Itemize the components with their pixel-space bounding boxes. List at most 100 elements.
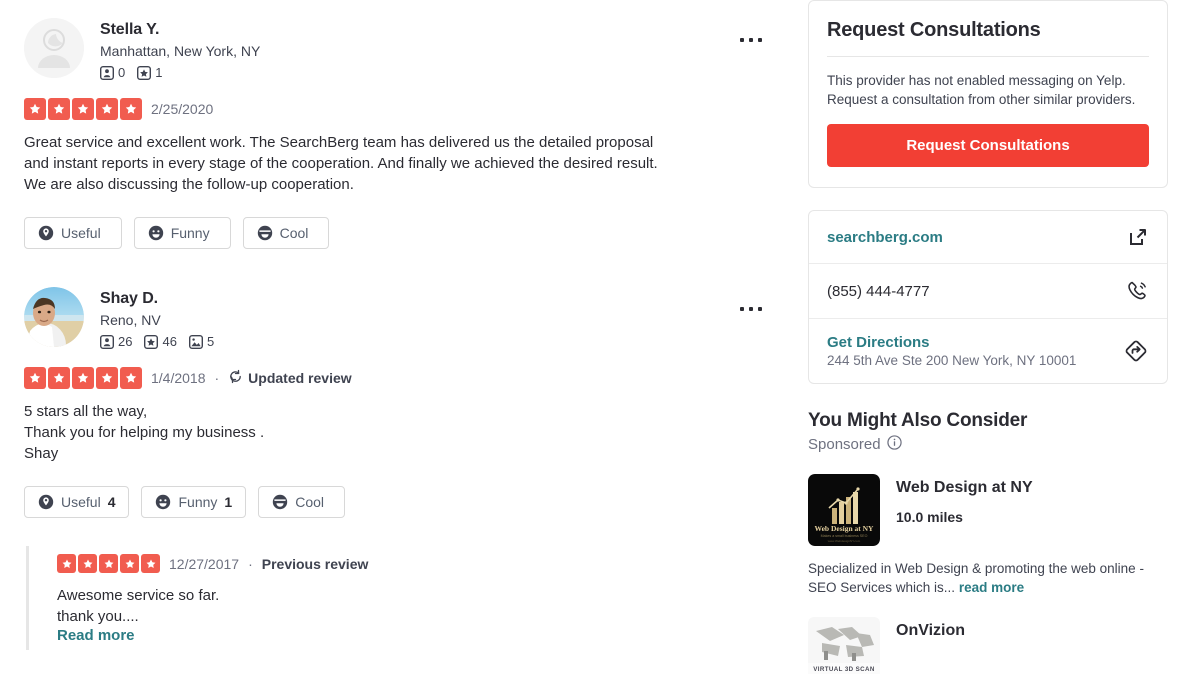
star-filled <box>72 98 94 120</box>
contact-card: searchberg.com (855) 444-4777 Get Direct… <box>808 210 1168 384</box>
dot <box>758 38 762 42</box>
svg-text:VIRTUAL 3D SCAN: VIRTUAL 3D SCAN <box>813 666 875 673</box>
request-consultations-button[interactable]: Request Consultations <box>827 124 1149 167</box>
reviewer-name[interactable]: Stella Y. <box>100 20 260 40</box>
get-directions-link[interactable]: Get Directions <box>827 334 1076 351</box>
phone-icon <box>1125 279 1149 303</box>
reviewer-location: Manhattan, New York, NY <box>100 43 261 59</box>
cool-button[interactable]: Cool <box>242 217 330 249</box>
star-filled <box>48 367 70 389</box>
star-filled <box>96 367 118 389</box>
onvizion-virtual-3d-scan-logo[interactable]: VIRTUAL 3D SCAN Your property brought to… <box>808 617 880 674</box>
dot <box>749 38 753 42</box>
star-filled <box>99 554 118 573</box>
star-filled <box>141 554 160 573</box>
cool-button[interactable]: Cool <box>258 486 345 518</box>
funny-button[interactable]: Funny 1 <box>141 486 247 518</box>
card-description: This provider has not enabled messaging … <box>827 73 1136 107</box>
sponsored-ad-item[interactable]: Web Design at NY Makes a small business … <box>808 474 1168 546</box>
reviews-star-icon <box>137 65 152 80</box>
reviewer-name[interactable]: Shay D. <box>100 289 214 309</box>
avatar[interactable] <box>24 18 84 78</box>
star-filled <box>24 98 46 120</box>
ad-business-name[interactable]: Web Design at NY <box>896 474 1033 497</box>
funny-icon <box>148 225 164 241</box>
review-date: 1/4/2018 <box>151 370 206 386</box>
directions-text: Get Directions 244 5th Ave Ste 200 New Y… <box>827 334 1076 368</box>
dot <box>749 307 753 311</box>
sponsored-label-row: Sponsored <box>808 435 1168 454</box>
avatar[interactable] <box>24 287 84 347</box>
yelp-business-page: Stella Y. Manhattan, New York, NY 0 1 2/… <box>0 0 1200 674</box>
funny-count: 1 <box>224 494 233 510</box>
separator-dot: · <box>248 555 253 572</box>
friends-icon <box>100 65 114 80</box>
funny-label: Funny <box>170 225 210 241</box>
funny-button[interactable]: Funny <box>133 217 231 249</box>
directions-diamond-icon <box>1123 338 1149 364</box>
website-row[interactable]: searchberg.com <box>809 211 1167 263</box>
review-more-options-button[interactable] <box>734 32 768 48</box>
card-title: Request Consultations <box>827 19 1041 41</box>
request-consultations-card: Request Consultations This provider has … <box>808 0 1168 188</box>
review-more-options-button[interactable] <box>734 301 768 317</box>
rating-row: 1/4/2018 · Updated review <box>24 367 776 389</box>
ad-description-row: Specialized in Web Design & promoting th… <box>808 559 1168 597</box>
ad-business-name[interactable]: OnVizion <box>896 617 965 640</box>
reviews-column: Stella Y. Manhattan, New York, NY 0 1 2/… <box>0 0 800 674</box>
website-link[interactable]: searchberg.com <box>827 229 943 246</box>
cool-icon <box>257 225 273 241</box>
stat-value: 1 <box>155 65 163 80</box>
previous-review-tag: Previous review <box>261 555 369 572</box>
review-text: Great service and excellent work. The Se… <box>24 134 658 193</box>
star-filled <box>24 367 46 389</box>
useful-icon <box>38 225 54 241</box>
star-filled <box>57 554 76 573</box>
ad-read-more-link[interactable]: read more <box>959 580 1024 595</box>
reviewer-stats: 26 46 5 <box>100 334 214 349</box>
ad-info: Web Design at NY 10.0 miles <box>896 474 1033 546</box>
reviewer-stats: 0 1 <box>100 65 260 80</box>
reviewer-location: Reno, NV <box>100 312 161 328</box>
sponsored-label: Sponsored <box>808 436 881 453</box>
star-rating <box>24 98 142 120</box>
info-circle-icon[interactable] <box>886 435 902 454</box>
stat-value: 5 <box>206 334 215 349</box>
stat-reviews: 46 <box>144 334 177 349</box>
web-design-at-ny-logo[interactable]: Web Design at NY Makes a small business … <box>808 474 880 546</box>
review-actions: Useful Funny Cool <box>24 217 776 249</box>
review-text: 5 stars all the way, Thank you for helpi… <box>24 403 265 462</box>
reviews-star-icon <box>144 334 159 349</box>
sponsored-ad-item[interactable]: VIRTUAL 3D SCAN Your property brought to… <box>808 617 1168 674</box>
review-actions: Useful 4 Funny 1 Cool <box>24 486 776 518</box>
phone-row[interactable]: (855) 444-4777 <box>809 263 1167 318</box>
previous-review-text: Awesome service so far. thank you.... <box>57 587 220 625</box>
stat-reviews: 1 <box>137 65 162 80</box>
review-date: 2/25/2020 <box>151 101 214 117</box>
svg-text:Web Design at NY: Web Design at NY <box>815 524 875 533</box>
updated-review-label: Updated review <box>248 370 352 386</box>
directions-row[interactable]: Get Directions 244 5th Ave Ste 200 New Y… <box>809 318 1167 383</box>
star-filled <box>120 98 142 120</box>
dot <box>740 38 744 42</box>
photos-icon <box>188 334 203 349</box>
divider <box>827 56 1149 57</box>
star-filled <box>96 98 118 120</box>
cool-label: Cool <box>279 225 309 241</box>
rating-row: 12/27/2017 · Previous review <box>57 554 776 573</box>
star-rating <box>24 367 142 389</box>
review-card: Stella Y. Manhattan, New York, NY 0 1 2/… <box>24 18 776 249</box>
useful-button[interactable]: Useful <box>24 217 122 249</box>
ad-distance: 10.0 miles <box>896 509 963 525</box>
rating-row: 2/25/2020 <box>24 98 776 120</box>
funny-label: Funny <box>178 494 218 510</box>
phone-number: (855) 444-4777 <box>827 282 930 300</box>
read-more-link[interactable]: Read more <box>57 627 776 644</box>
star-filled <box>78 554 97 573</box>
cool-icon <box>272 494 288 510</box>
cool-label: Cool <box>295 494 324 510</box>
stat-friends: 26 <box>100 334 132 349</box>
useful-button[interactable]: Useful 4 <box>24 486 130 518</box>
previous-review-date: 12/27/2017 <box>169 555 240 572</box>
external-link-icon <box>1127 226 1149 248</box>
